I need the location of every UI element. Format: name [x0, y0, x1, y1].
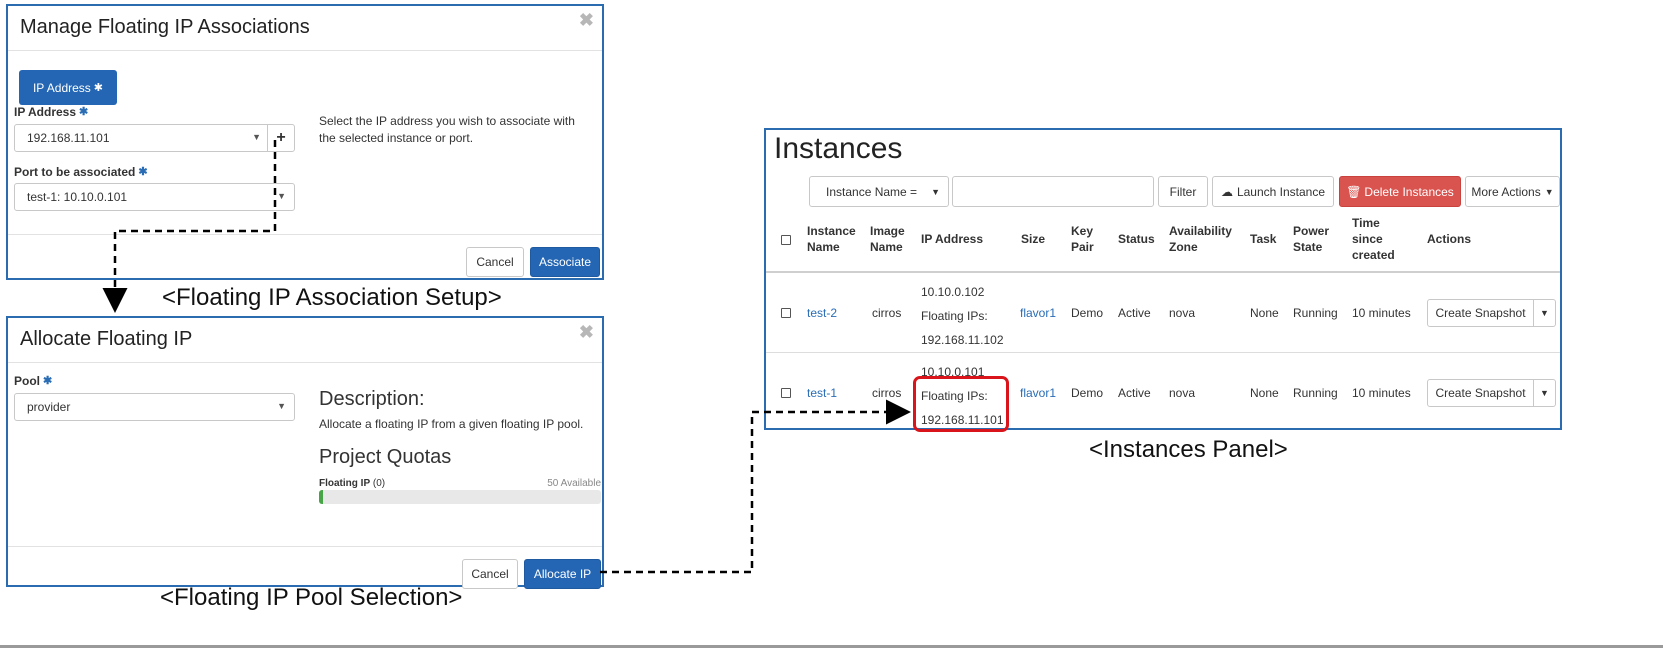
key-pair: Demo — [1071, 306, 1104, 320]
floating-ip-highlight — [913, 376, 1009, 432]
task: None — [1250, 386, 1279, 400]
help-text: Select the IP address you wish to associ… — [319, 114, 575, 145]
add-ip-button[interactable]: + — [267, 124, 295, 152]
quota-progress-fill — [319, 490, 324, 504]
caption-association: <Floating IP Association Setup> — [162, 284, 502, 311]
launch-instance-button[interactable]: ☁ Launch Instance — [1212, 176, 1334, 207]
row-checkbox[interactable] — [781, 388, 791, 398]
time-since-created: 10 minutes — [1352, 306, 1411, 320]
image-name: cirros — [872, 306, 902, 320]
header-task: Task — [1250, 232, 1277, 246]
close-icon[interactable]: ✖ — [579, 322, 594, 343]
chevron-down-icon: ▼ — [1544, 186, 1554, 197]
chevron-down-icon[interactable]: ▼ — [1534, 299, 1556, 327]
header-ip-address: IP Address — [921, 232, 984, 246]
divider — [8, 50, 602, 51]
header-key-pair: Key Pair — [1071, 224, 1094, 254]
required-icon: ✱ — [138, 166, 148, 178]
modal-title: Manage Floating IP Associations — [20, 16, 310, 38]
power-state: Running — [1293, 386, 1338, 400]
instance-name-link[interactable]: test-1 — [807, 385, 837, 401]
port-select[interactable]: test-1: 10.10.0.101 ▼ — [14, 183, 295, 211]
header-power-state: Power State — [1293, 224, 1330, 254]
divider — [8, 362, 602, 363]
close-icon[interactable]: ✖ — [579, 10, 594, 31]
chevron-down-icon: ▼ — [277, 191, 286, 201]
description-text: Allocate a floating IP from a given floa… — [319, 417, 584, 431]
row-divider — [766, 352, 1560, 353]
create-snapshot-button[interactable]: Create Snapshot — [1427, 299, 1534, 327]
manage-floating-ip-modal: Manage Floating IP Associations ✖ IP Add… — [6, 4, 604, 280]
associate-button[interactable]: Associate — [530, 247, 600, 277]
tab-ip-address[interactable]: IP Address ✱ — [19, 70, 117, 105]
chevron-down-icon[interactable]: ▼ — [1534, 379, 1556, 407]
header-availability-zone: Availability Zone — [1169, 224, 1232, 254]
availability-zone: nova — [1169, 306, 1196, 320]
cancel-button[interactable]: Cancel — [462, 559, 518, 589]
pool-select[interactable]: provider ▼ — [14, 393, 295, 421]
ip-address-label: IP Address ✱ — [14, 105, 89, 119]
ip-address-cell: 10.10.0.102 Floating IPs: 192.168.11.102 — [921, 285, 1004, 347]
required-icon: ✱ — [79, 106, 89, 118]
time-since-created: 10 minutes — [1352, 386, 1411, 400]
power-state: Running — [1293, 306, 1338, 320]
filter-button[interactable]: Filter — [1158, 176, 1208, 207]
chevron-down-icon: ▼ — [931, 186, 940, 197]
header-divider — [766, 271, 1560, 273]
connector-allocate-to-instances — [600, 399, 911, 574]
required-icon: ✱ — [93, 82, 104, 94]
port-value: test-1: 10.10.0.101 — [27, 190, 128, 204]
ip-address-select[interactable]: 192.168.11.101 ▼ — [14, 124, 270, 152]
availability-zone: nova — [1169, 386, 1196, 400]
filter-input[interactable] — [952, 176, 1154, 207]
port-label: Port to be associated ✱ — [14, 165, 148, 179]
task: None — [1250, 306, 1279, 320]
quotas-heading: Project Quotas — [319, 446, 452, 468]
chevron-down-icon: ▼ — [277, 401, 286, 411]
modal-title: Allocate Floating IP — [20, 328, 193, 350]
required-icon: ✱ — [43, 375, 53, 387]
flavor-link[interactable]: flavor1 — [1020, 385, 1056, 401]
allocate-floating-ip-modal: Allocate Floating IP ✖ Pool ✱ provider ▼ … — [6, 316, 604, 589]
instance-name-link[interactable]: test-2 — [807, 305, 837, 321]
header-instance-name: Instance Name — [807, 224, 856, 254]
cloud-upload-icon: ☁ — [1220, 184, 1233, 199]
header-image-name: Image Name — [870, 224, 905, 254]
header-size: Size — [1021, 232, 1046, 246]
chevron-down-icon: ▼ — [252, 132, 261, 142]
instances-panel: Instances Instance Name = ▼ Filter ☁ Laun… — [764, 128, 1562, 432]
status: Active — [1118, 306, 1151, 320]
delete-instances-button[interactable]: 🗑 Delete Instances — [1339, 176, 1461, 207]
tab-label: IP Address — [32, 80, 91, 95]
allocate-ip-button[interactable]: Allocate IP — [524, 559, 601, 589]
header-time-since-created: Time since created — [1352, 216, 1395, 262]
cancel-button[interactable]: Cancel — [466, 247, 524, 277]
caption-pool: <Floating IP Pool Selection> — [160, 584, 463, 611]
page-title: Instances — [774, 132, 903, 165]
image-name: cirros — [872, 386, 902, 400]
pool-value: provider — [27, 400, 71, 414]
pool-label: Pool ✱ — [14, 374, 53, 388]
quota-progress-bar — [319, 490, 601, 504]
divider — [8, 546, 602, 547]
more-actions-button[interactable]: More Actions ▼ — [1465, 176, 1560, 207]
row-checkbox[interactable] — [781, 308, 791, 318]
plus-icon: + — [276, 129, 286, 146]
key-pair: Demo — [1071, 386, 1104, 400]
create-snapshot-button[interactable]: Create Snapshot — [1427, 379, 1534, 407]
status: Active — [1118, 386, 1151, 400]
description-heading: Description: — [319, 388, 425, 410]
header-status: Status — [1118, 232, 1155, 246]
header-actions: Actions — [1427, 232, 1472, 246]
filter-field-select[interactable]: Instance Name = ▼ — [809, 176, 949, 207]
trash-icon: 🗑 — [1346, 184, 1362, 199]
divider — [8, 234, 602, 235]
caption-instances: <Instances Panel> — [1089, 436, 1288, 463]
ip-address-value: 192.168.11.101 — [27, 131, 110, 145]
select-all-checkbox[interactable] — [781, 235, 791, 245]
flavor-link[interactable]: flavor1 — [1020, 305, 1056, 321]
